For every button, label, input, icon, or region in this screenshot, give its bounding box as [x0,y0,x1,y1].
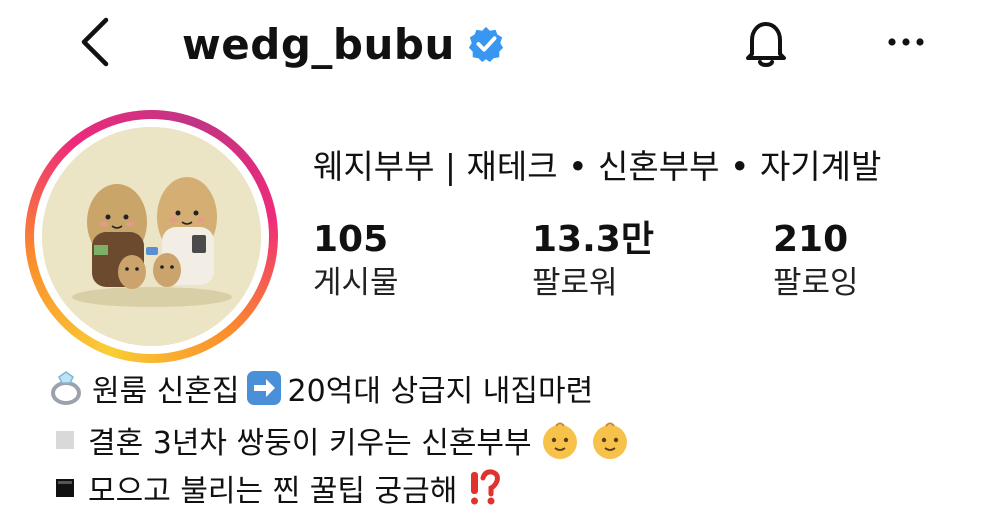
followers-stat[interactable]: 13.3만 팔로워 [532,218,654,304]
white-square-icon [48,429,82,451]
followers-label: 팔로워 [532,265,618,301]
bio-line-1: 원룸 신혼집 20억대 상급지 내집마련 [48,366,599,410]
following-count: 210 [773,219,849,260]
posts-label: 게시물 [313,265,399,301]
back-button[interactable] [70,12,120,72]
bio-line-3-text: 모으고 불리는 찐 꿀팁 궁금해 [88,474,458,509]
posts-count: 105 [313,219,389,260]
bell-icon [746,22,786,67]
right-arrow-icon [246,370,282,406]
followers-count: 13.3만 [532,219,654,260]
bio-line-1-text-a: 원룸 신혼집 [92,374,240,409]
baby-icon [538,418,582,462]
notifications-button[interactable] [736,12,796,72]
exclamation-question-icon [463,468,503,508]
baby-icon [588,418,632,462]
profile-display-name: 웨지부부 | 재테크 • 신혼부부 • 자기계발 [313,147,882,186]
potato-family-illustration [42,127,261,346]
bio-line-2: 결혼 3년차 쌍둥이 키우는 신혼부부 [48,418,638,462]
posts-stat[interactable]: 105 게시물 [313,218,399,304]
more-horizontal-icon [888,38,924,46]
username: wedg_bubu [182,19,455,69]
bio-line-2-text: 결혼 3년차 쌍둥이 키우는 신혼부부 [88,426,532,461]
chevron-left-icon [81,17,109,67]
bio-line-3: 모으고 불리는 찐 꿀팁 궁금해 [48,466,509,510]
verified-badge-icon [468,26,503,63]
following-label: 팔로잉 [773,265,859,301]
avatar[interactable] [42,127,261,346]
more-options-button[interactable] [882,22,932,62]
profile-header-title: wedg_bubu [182,14,505,74]
following-stat[interactable]: 210 팔로잉 [773,218,859,304]
ring-icon [48,369,86,407]
bio-line-1-text-b: 20억대 상급지 내집마련 [287,374,594,409]
black-square-icon [48,477,82,499]
